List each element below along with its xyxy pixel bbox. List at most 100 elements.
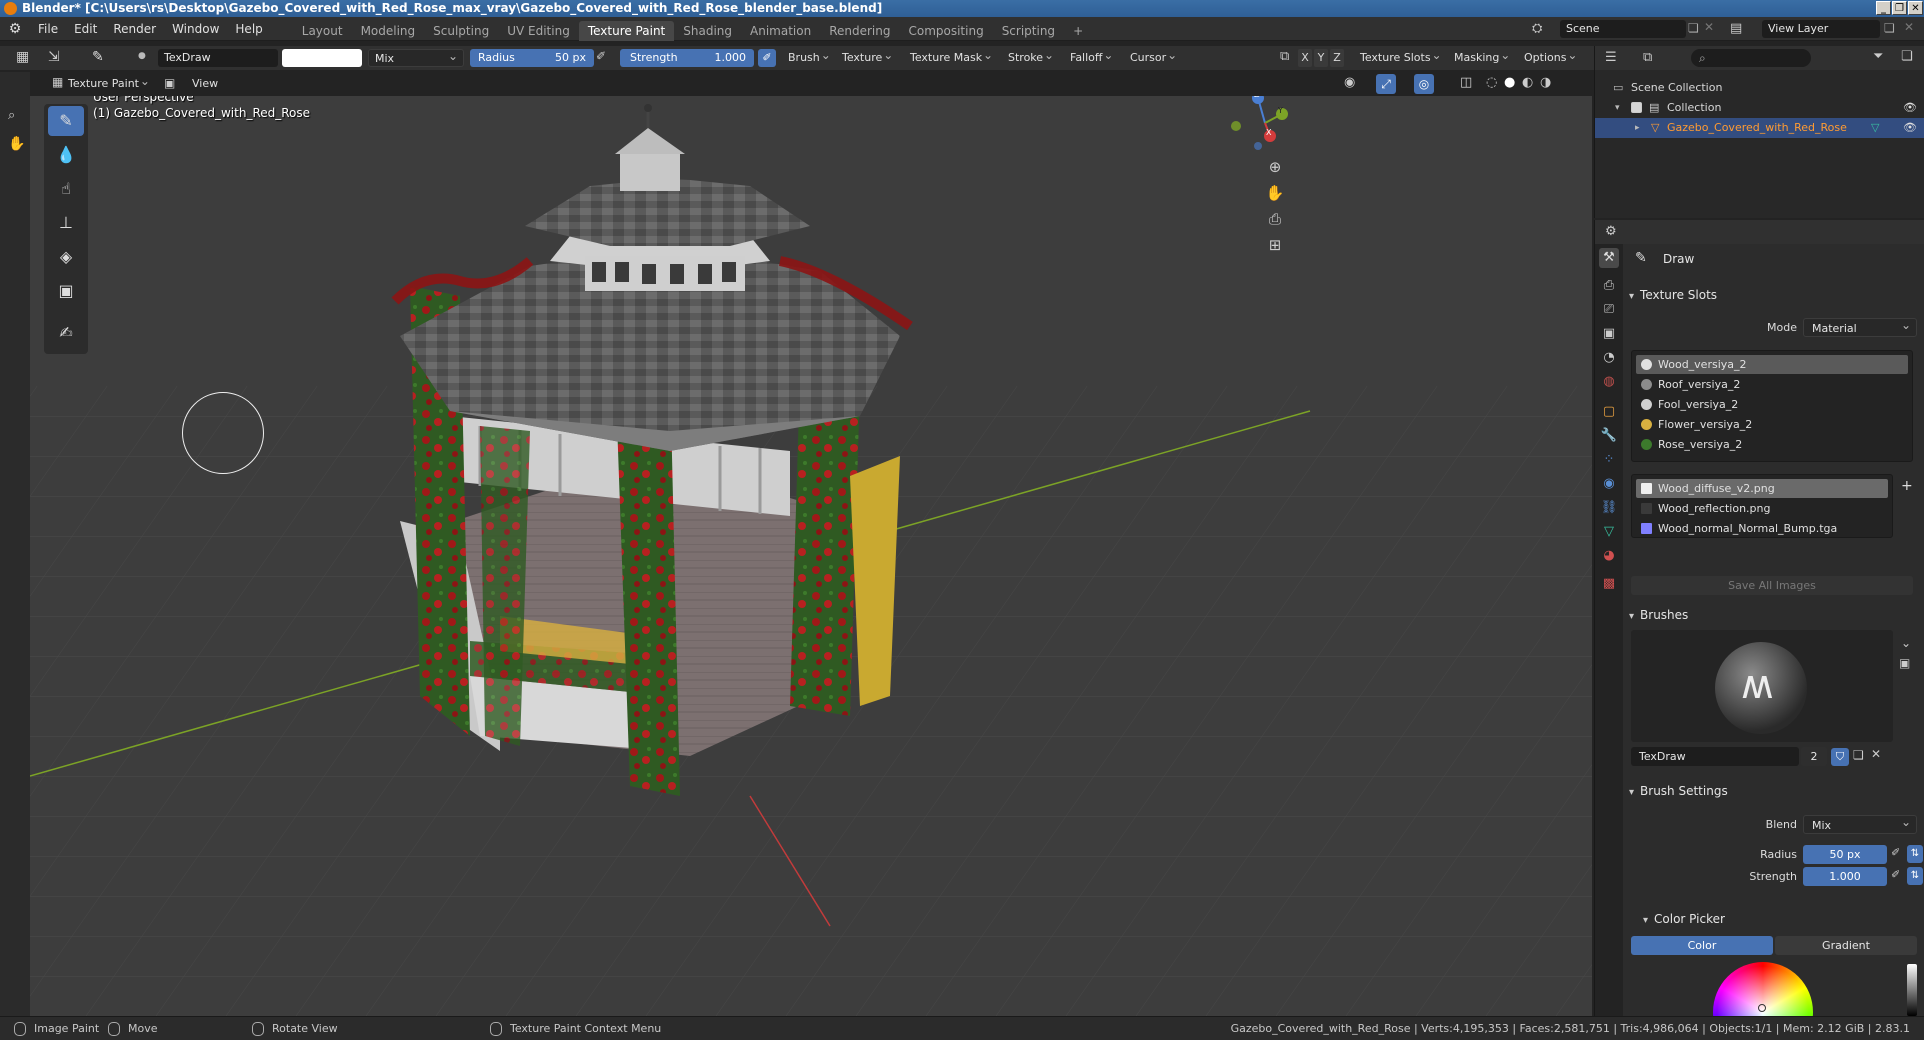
wireframe-shading-icon[interactable]: ◌	[1486, 75, 1497, 90]
menu-window[interactable]: Window	[164, 17, 227, 41]
brush-name-field[interactable]: TexDraw	[158, 49, 278, 67]
new-collection-icon[interactable]: ❏	[1901, 49, 1913, 64]
blend-mode-dropdown[interactable]: Mix	[368, 49, 464, 67]
tab-sculpting[interactable]: Sculpting	[424, 21, 498, 41]
close-button[interactable]: ✕	[1908, 1, 1923, 15]
gizmo-toggle-icon[interactable]: ⤢	[1376, 74, 1396, 94]
tab-rendering[interactable]: Rendering	[820, 21, 899, 41]
tab-shading[interactable]: Shading	[674, 21, 741, 41]
particles-tab-icon[interactable]: ⁘	[1599, 450, 1619, 470]
object-tab-icon[interactable]: ▢	[1599, 402, 1619, 422]
object-visibility-icon[interactable]: 👁	[1903, 118, 1917, 138]
brushes-panel-header[interactable]: Brushes	[1629, 604, 1919, 626]
outliner-object-row[interactable]: ▸ ▽ Gazebo_Covered_with_Red_Rose ▽ 👁	[1595, 118, 1924, 138]
clone-tool-icon[interactable]: ⊥	[48, 208, 84, 238]
texture-mode-dropdown[interactable]: Material	[1803, 316, 1917, 337]
strength-slider[interactable]: Strength 1.000	[620, 49, 754, 67]
ortho-toggle-icon[interactable]: ⊞	[1262, 232, 1288, 258]
material-slot-item[interactable]: Rose_versiya_2	[1636, 435, 1908, 454]
mirror-z-toggle[interactable]: Z	[1330, 49, 1344, 67]
menu-edit[interactable]: Edit	[66, 17, 105, 41]
visibility-icon[interactable]: ◉	[1344, 75, 1355, 90]
new-scene-icon[interactable]: ❏	[1688, 21, 1699, 35]
mirror-x-toggle[interactable]: X	[1298, 49, 1312, 67]
material-slot-item[interactable]: Roof_versiya_2	[1636, 375, 1908, 394]
maximize-button[interactable]: ❐	[1892, 1, 1907, 15]
draw-tool-icon[interactable]: ✎	[48, 106, 84, 136]
falloff-menu[interactable]: Falloff	[1064, 46, 1116, 67]
xray-icon[interactable]: ◫	[1460, 75, 1472, 90]
texture-tab-icon[interactable]: ▩	[1599, 574, 1619, 594]
view-layer-tab-icon[interactable]: ▣	[1599, 324, 1619, 344]
world-tab-icon[interactable]: ◍	[1599, 372, 1619, 392]
material-slot-item[interactable]: Flower_versiya_2	[1636, 415, 1908, 434]
soften-tool-icon[interactable]: 💧	[48, 140, 84, 170]
menu-render[interactable]: Render	[105, 17, 164, 41]
object-expand-icon[interactable]: ▸	[1635, 118, 1640, 138]
tab-layout[interactable]: Layout	[293, 21, 352, 41]
tab-uv-editing[interactable]: UV Editing	[498, 21, 579, 41]
color-tab[interactable]: Color	[1631, 936, 1773, 955]
brush-menu[interactable]: Brush	[782, 46, 834, 67]
menu-help[interactable]: Help	[227, 17, 270, 41]
image-slot-item[interactable]: Wood_diffuse_v2.png	[1636, 479, 1888, 498]
blend-dropdown[interactable]: Mix	[1803, 813, 1917, 834]
texture-menu[interactable]: Texture	[836, 46, 896, 67]
gradient-tab[interactable]: Gradient	[1775, 936, 1917, 955]
hand-pan-icon[interactable]: ✋	[8, 136, 25, 152]
display-mode-icon[interactable]: ⧉	[1643, 50, 1652, 65]
paint-mask-icon[interactable]: ▣	[164, 76, 175, 90]
menu-file[interactable]: File	[30, 17, 66, 41]
radius-field[interactable]: 50 px	[1803, 845, 1887, 864]
tab-texture-paint[interactable]: Texture Paint	[578, 20, 675, 41]
render-tab-icon[interactable]: ⎙	[1599, 276, 1619, 296]
editor-type-icon[interactable]: ▦	[16, 49, 29, 65]
strength-pressure-icon[interactable]: ✐	[1891, 868, 1900, 881]
texture-mask-menu[interactable]: Texture Mask	[904, 46, 996, 67]
image-slot-item[interactable]: Wood_reflection.png	[1636, 499, 1888, 518]
mirror-y-toggle[interactable]: Y	[1314, 49, 1328, 67]
rendered-shading-icon[interactable]: ◑	[1540, 75, 1551, 90]
3d-viewport[interactable]: User Perspective (1) Gazebo_Covered_with…	[30, 96, 1592, 1016]
output-tab-icon[interactable]: ⎚	[1599, 300, 1619, 320]
material-slot-item[interactable]: Fool_versiya_2	[1636, 395, 1908, 414]
minimize-button[interactable]: _	[1876, 1, 1891, 15]
zoom-icon[interactable]: ⌕	[8, 108, 15, 123]
material-slot-item[interactable]: Wood_versiya_2	[1636, 355, 1908, 374]
camera-view-icon[interactable]: ⎙	[1262, 206, 1288, 232]
add-workspace-button[interactable]: +	[1064, 21, 1092, 41]
texture-slots-panel-header[interactable]: Texture Slots	[1629, 284, 1919, 306]
mode-menu-icon[interactable]: ⇲	[48, 49, 60, 65]
masking-menu[interactable]: Masking	[1448, 46, 1513, 67]
pan-view-icon[interactable]: ✋	[1262, 180, 1288, 206]
color-picker-panel-header[interactable]: Color Picker	[1643, 908, 1924, 930]
outliner-collection[interactable]: ▾ ▤ Collection 👁	[1595, 98, 1924, 118]
strength-unit-icon[interactable]: ⇅	[1907, 867, 1923, 885]
tab-compositing[interactable]: Compositing	[899, 21, 992, 41]
remove-scene-icon[interactable]: ✕	[1704, 20, 1714, 34]
new-view-layer-icon[interactable]: ❏	[1884, 21, 1895, 35]
overlay-toggle-icon[interactable]: ◎	[1414, 74, 1434, 94]
color-wheel-cursor[interactable]	[1758, 1004, 1766, 1012]
tab-scripting[interactable]: Scripting	[993, 21, 1064, 41]
image-slot-item[interactable]: Wood_normal_Normal_Bump.tga	[1636, 519, 1888, 538]
brush-list-expand-icon[interactable]: ⌄	[1901, 636, 1911, 650]
radius-unit-icon[interactable]: ⇅	[1907, 845, 1923, 863]
smear-tool-icon[interactable]: ☝	[48, 174, 84, 204]
navigation-gizmo[interactable]: Z Y X	[1230, 96, 1300, 158]
outliner-scene-collection[interactable]: ▭ Scene Collection	[1595, 78, 1924, 98]
tab-animation[interactable]: Animation	[741, 21, 820, 41]
outliner-editor-icon[interactable]: ☰	[1605, 50, 1617, 65]
brush-name-field[interactable]: TexDraw	[1631, 747, 1799, 766]
modifier-tab-icon[interactable]: 🔧	[1599, 426, 1619, 446]
radius-slider[interactable]: Radius 50 px	[470, 49, 594, 67]
brush-preview-box[interactable]: ʍ	[1631, 630, 1893, 742]
outliner-search-icon[interactable]: ⌕	[1691, 49, 1811, 67]
brush-color-swatch[interactable]	[282, 49, 362, 67]
value-slider[interactable]	[1907, 964, 1917, 1016]
fill-tool-icon[interactable]: ◈	[48, 242, 84, 272]
remove-view-layer-icon[interactable]: ✕	[1904, 20, 1914, 34]
brush-image-icon[interactable]: ▣	[1899, 656, 1910, 670]
physics-tab-icon[interactable]: ◉	[1599, 474, 1619, 494]
data-tab-icon[interactable]: ▽	[1599, 522, 1619, 542]
